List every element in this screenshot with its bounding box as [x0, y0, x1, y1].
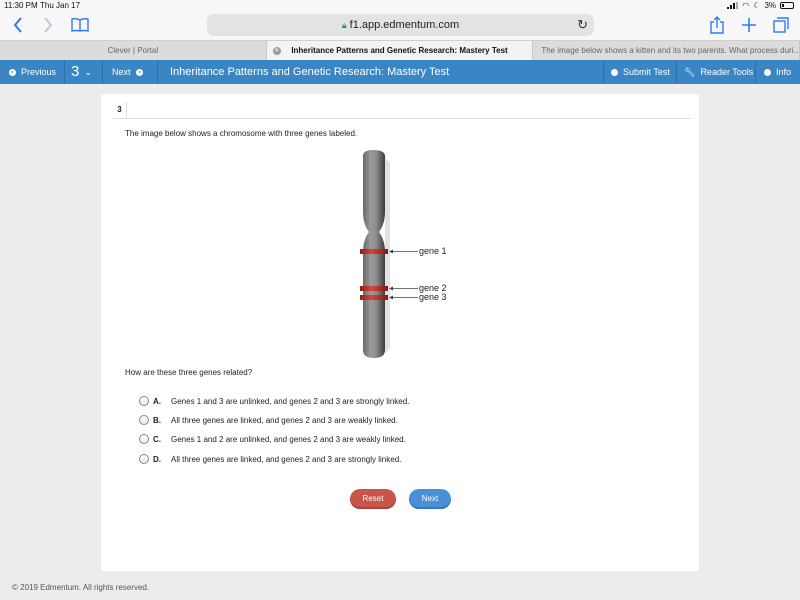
header-divider	[102, 60, 103, 84]
new-tab-icon[interactable]	[740, 15, 758, 35]
radio-button[interactable]	[139, 415, 149, 425]
question-selector[interactable]: 3 ⌄	[71, 60, 92, 84]
reader-tools-label: Reader Tools	[700, 67, 754, 77]
question-stem: How are these three genes related?	[125, 368, 253, 377]
info-icon	[764, 68, 771, 76]
header-divider	[755, 60, 756, 84]
choice-text: Genes 1 and 2 are unlinked, and genes 2 …	[171, 434, 406, 444]
next-label: Next	[112, 67, 131, 77]
submit-label: Submit Test	[623, 67, 670, 77]
close-tab-icon[interactable]: ✕	[272, 47, 281, 55]
header-divider	[157, 60, 158, 84]
previous-label: Previous	[21, 67, 57, 77]
question-number: 3	[71, 63, 80, 80]
submit-test-button[interactable]: Submit Test	[611, 60, 670, 84]
back-icon[interactable]	[10, 15, 26, 35]
question-card: 3 The image below shows a chromosome wit…	[101, 94, 699, 571]
reset-button[interactable]: Reset	[350, 489, 396, 509]
radio-button[interactable]	[139, 434, 149, 444]
choice-letter: D.	[153, 454, 161, 464]
chromosome-figure: gene 1 gene 2 gene 3	[360, 150, 447, 358]
battery-icon	[780, 2, 794, 9]
wifi-icon: ◠	[742, 1, 750, 10]
app-header: Previous 3 ⌄ Next Inheritance Patterns a…	[0, 60, 800, 84]
choice-text: All three genes are linked, and genes 2 …	[171, 454, 402, 464]
moon-icon: ☾	[753, 1, 761, 10]
next-icon	[135, 68, 143, 76]
header-divider	[603, 60, 604, 84]
signal-icon	[727, 2, 739, 9]
info-label: Info	[776, 67, 792, 77]
lock-icon: 🔒︎	[341, 20, 347, 30]
gene-1-band	[360, 249, 388, 254]
browser-tabs: Clever | Portal ✕ Inheritance Patterns a…	[0, 40, 800, 60]
battery-percent: 3%	[764, 1, 776, 10]
tab-kitten-question[interactable]: The image below shows a kitten and its t…	[533, 41, 800, 60]
divider	[113, 118, 691, 119]
choice-letter: C.	[153, 434, 161, 444]
gene-2-band	[360, 286, 388, 291]
choice-a[interactable]: A. Genes 1 and 3 are unlinked, and genes…	[139, 394, 409, 408]
gene-3-band	[360, 295, 388, 300]
info-button[interactable]: Info	[764, 60, 791, 84]
tab-clever[interactable]: Clever | Portal	[0, 41, 267, 60]
forward-icon[interactable]	[40, 15, 56, 35]
next-header-button[interactable]: Next	[112, 60, 143, 84]
browser-toolbar: 🔒︎ f1.app.edmentum.com ↻	[0, 11, 800, 40]
choice-c[interactable]: C. Genes 1 and 2 are unlinked, and genes…	[139, 432, 406, 446]
tab-label: Clever | Portal	[107, 46, 159, 55]
tab-mastery-test[interactable]: ✕ Inheritance Patterns and Genetic Resea…	[266, 41, 534, 60]
chevron-down-icon: ⌄	[84, 67, 92, 77]
choice-letter: B.	[153, 415, 161, 425]
status-time: 11:30 PM	[4, 1, 38, 10]
gene-3-label: gene 3	[419, 292, 447, 302]
radio-button[interactable]	[139, 396, 149, 406]
gene-1-label: gene 1	[419, 246, 447, 256]
previous-button[interactable]: Previous	[9, 60, 56, 84]
share-icon[interactable]	[708, 15, 726, 35]
header-divider	[676, 60, 677, 84]
question-prompt: The image below shows a chromosome with …	[125, 129, 358, 138]
next-button[interactable]: Next	[409, 489, 451, 509]
tab-label: Inheritance Patterns and Genetic Researc…	[291, 46, 508, 55]
copyright-footer: © 2019 Edmentum. All rights reserved.	[12, 583, 150, 592]
tabs-icon[interactable]	[772, 15, 790, 35]
page-title: Inheritance Patterns and Genetic Researc…	[170, 66, 450, 78]
reload-icon[interactable]: ↻	[577, 17, 588, 33]
question-badge: 3	[113, 102, 127, 118]
choice-letter: A.	[153, 396, 161, 406]
reader-tools-button[interactable]: 🔧︎ Reader Tools	[684, 60, 753, 84]
status-date: Thu Jan 17	[40, 1, 81, 10]
address-bar[interactable]: 🔒︎ f1.app.edmentum.com ↻	[207, 14, 594, 36]
bookmarks-icon[interactable]	[70, 15, 90, 35]
choice-d[interactable]: D. All three genes are linked, and genes…	[139, 452, 401, 466]
choice-text: Genes 1 and 3 are unlinked, and genes 2 …	[171, 396, 410, 406]
status-right: ◠ ☾ 3%	[727, 0, 794, 11]
tab-label: The image below shows a kitten and its t…	[541, 46, 800, 55]
wrench-icon: 🔧︎	[684, 67, 696, 77]
choice-text: All three genes are linked, and genes 2 …	[171, 415, 398, 425]
previous-icon	[9, 68, 16, 76]
check-icon	[611, 68, 618, 76]
choice-b[interactable]: B. All three genes are linked, and genes…	[139, 413, 398, 427]
status-bar: 11:30 PM Thu Jan 17 ◠ ☾ 3%	[0, 0, 800, 11]
radio-button[interactable]	[139, 454, 149, 464]
header-divider	[64, 60, 65, 84]
url-text: f1.app.edmentum.com	[349, 19, 460, 31]
